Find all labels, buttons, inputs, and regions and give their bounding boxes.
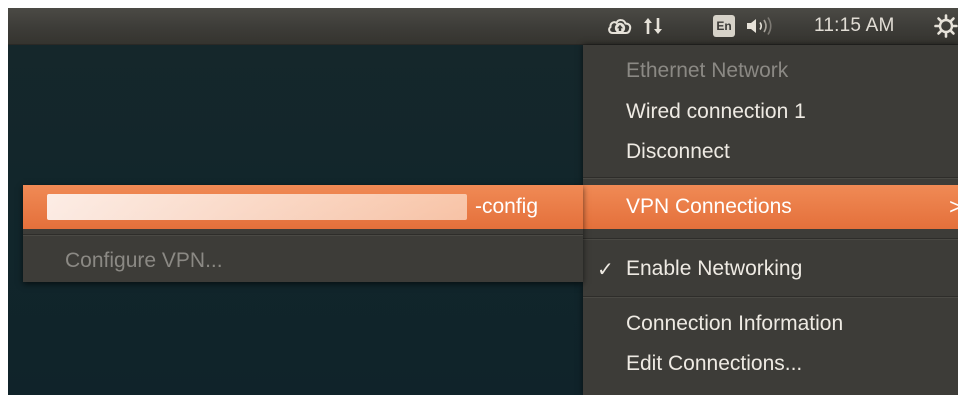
vpn-submenu: -config Configure VPN... [23,185,583,282]
keyboard-layout-indicator[interactable]: En [710,8,738,44]
connection-information-label: Connection Information [626,312,844,335]
submenu-separator [23,234,583,236]
vpn-connection-item[interactable]: -config [23,185,583,229]
menu-separator [583,238,958,240]
keyboard-layout-badge: En [713,15,735,37]
vpn-connections-item[interactable]: VPN Connections > [583,185,958,229]
enable-networking-item[interactable]: ✓ Enable Networking [583,248,958,290]
network-indicator[interactable] [640,8,666,44]
menu-separator [583,296,958,298]
disconnect-item[interactable]: Disconnect [583,132,958,172]
edit-connections-label: Edit Connections... [626,352,803,375]
configure-vpn-item: Configure VPN... [23,241,583,281]
disconnect-label: Disconnect [626,140,730,163]
ethernet-network-header: Ethernet Network [583,51,958,91]
enable-networking-label: Enable Networking [626,257,803,280]
network-menu: Ethernet Network Wired connection 1 Disc… [583,45,958,395]
edit-connections-item[interactable]: Edit Connections... [583,344,958,384]
clock-indicator[interactable]: 11:15 AM [786,8,926,44]
checkmark-icon: ✓ [597,258,614,281]
redacted-connection-name [47,194,467,220]
submenu-arrow-icon: > [949,194,958,219]
power-gear-icon [933,14,958,38]
cloud-upload-icon [608,19,632,34]
menu-separator [583,177,958,179]
clock-text: 11:15 AM [814,15,895,36]
vpn-connection-suffix: -config [475,195,539,218]
configure-vpn-label: Configure VPN... [65,249,223,272]
connection-information-item[interactable]: Connection Information [583,304,958,344]
desktop: En 11:15 AM Ethernet Network Wired conne… [8,8,958,395]
vpn-connections-label: VPN Connections [626,195,792,218]
wired-connection-item[interactable]: Wired connection 1 [583,92,958,132]
session-indicator[interactable] [933,8,958,44]
network-updown-icon [644,18,662,34]
volume-indicator[interactable] [742,8,782,44]
volume-icon [747,17,772,35]
cloud-upload-indicator[interactable] [605,8,635,44]
wired-connection-label: Wired connection 1 [626,100,806,123]
top-panel: En 11:15 AM [8,8,958,45]
ethernet-network-label: Ethernet Network [626,59,789,82]
